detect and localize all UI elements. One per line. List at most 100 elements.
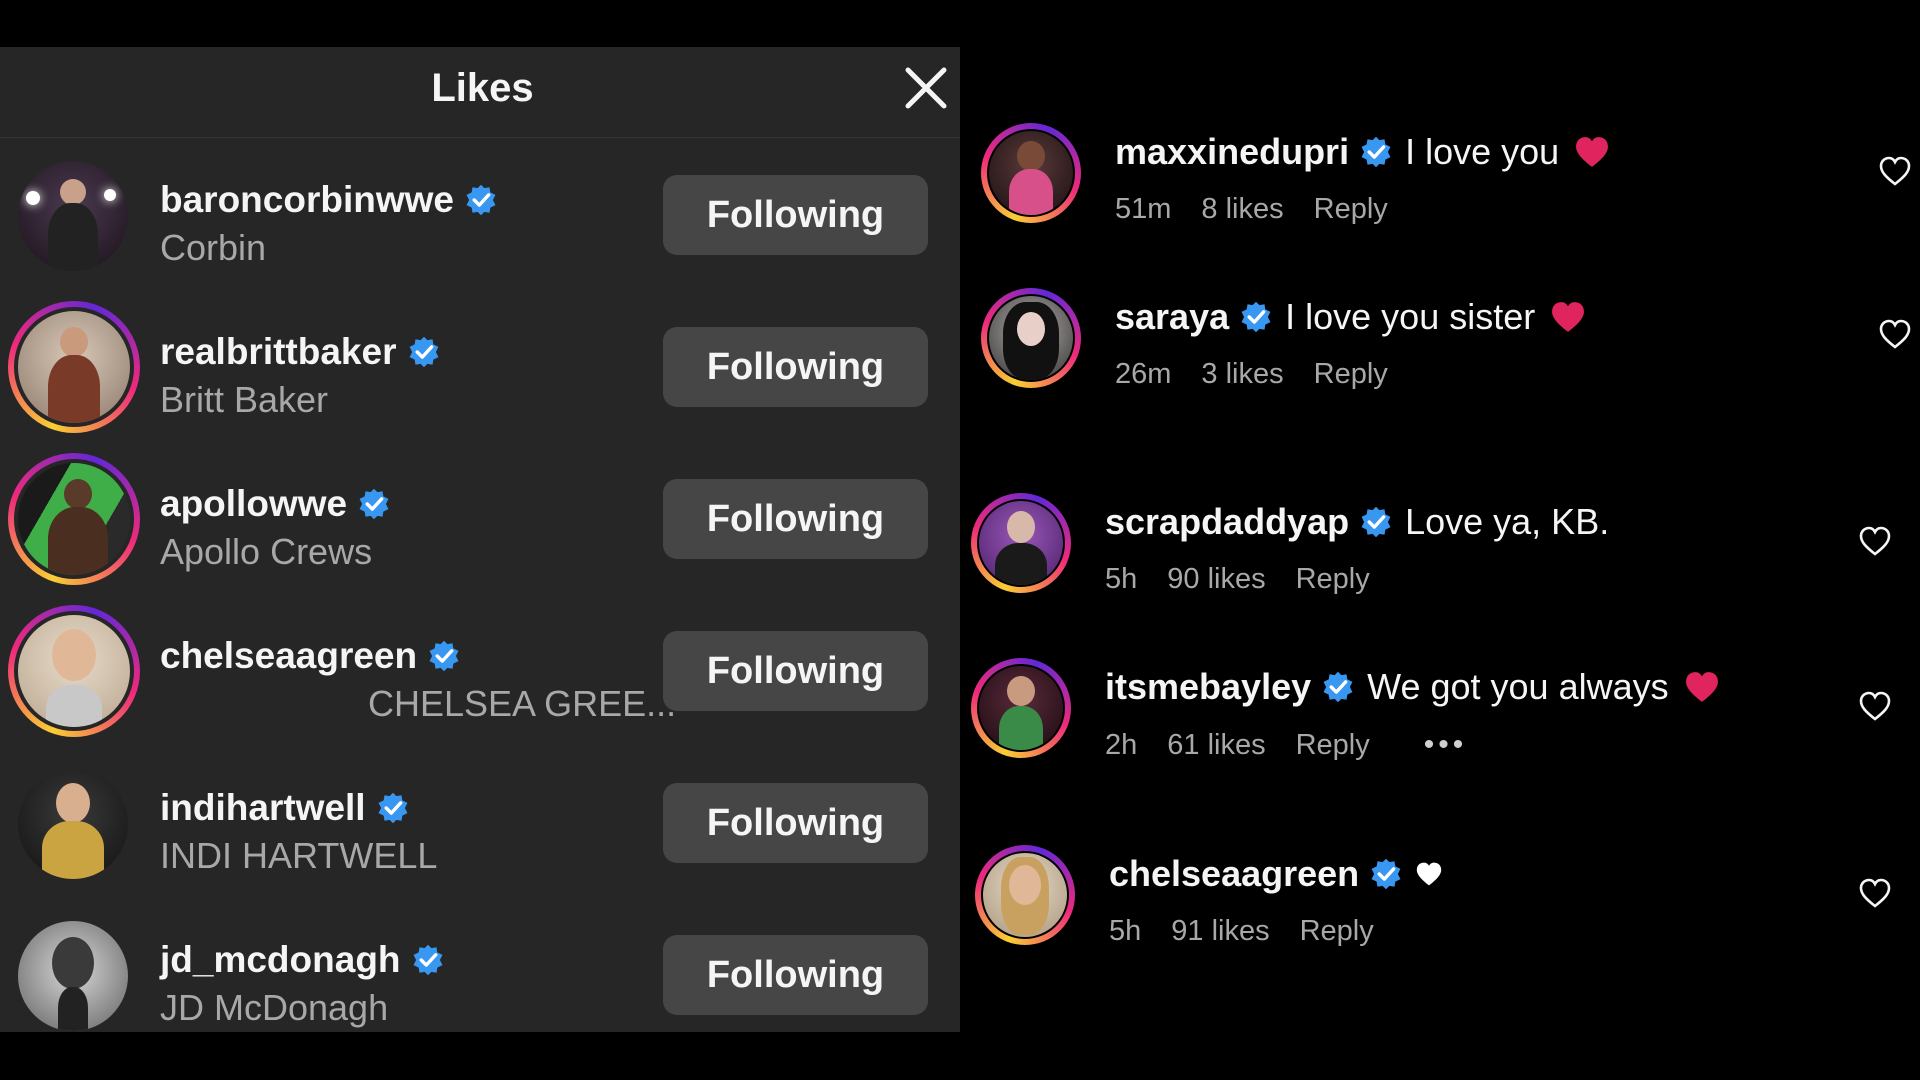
likes-title: Likes (431, 66, 534, 110)
avatar (983, 853, 1067, 937)
comment-likes[interactable]: 61 likes (1167, 729, 1265, 762)
following-button[interactable]: Following (663, 631, 928, 711)
verified-badge-icon (1369, 857, 1403, 891)
avatar (18, 615, 130, 727)
comment-username[interactable]: chelseaagreen (1109, 853, 1359, 895)
avatar[interactable] (18, 921, 128, 1031)
comment-time: 26m (1115, 358, 1172, 390)
like-heart-icon[interactable] (1858, 525, 1892, 557)
close-icon (905, 67, 947, 109)
like-heart-icon[interactable] (1878, 318, 1912, 350)
comment-meta: 5h 91 likes Reply (1109, 915, 1404, 948)
comment-text-line: chelseaagreen (1109, 853, 1443, 895)
comment-meta: 2h 61 likes Reply ••• (1105, 728, 1497, 762)
full-name: Britt Baker (160, 379, 329, 420)
following-button[interactable]: Following (663, 327, 928, 407)
comment: scrapdaddyap Love ya, KB. 5h 90 likes Re… (965, 493, 1910, 633)
comment-time: 5h (1105, 563, 1138, 595)
comment-meta: 26m 3 likes Reply (1115, 358, 1418, 391)
username-row[interactable]: baroncorbinwwe (160, 179, 498, 221)
comment: maxxinedupri I love you 51m 8 likes Repl… (975, 123, 1920, 263)
avatar (989, 131, 1073, 215)
comment-username[interactable]: maxxinedupri (1115, 131, 1349, 173)
comment-username[interactable]: itsmebayley (1105, 666, 1311, 708)
like-row[interactable]: jd_mcdonagh JD McDonagh Following (0, 907, 960, 1032)
full-name: CHELSEA GREE... (368, 683, 677, 724)
red-heart-icon (1573, 135, 1611, 169)
like-row[interactable]: indihartwell INDI HARTWELL Following (0, 755, 960, 907)
comment-body: I love you sister (1285, 296, 1536, 337)
comment-meta: 51m 8 likes Reply (1115, 193, 1418, 226)
comment-text-line: maxxinedupri I love you (1115, 131, 1611, 173)
verified-badge-icon (1321, 670, 1355, 704)
full-name: Apollo Crews (160, 531, 373, 572)
reply-button[interactable]: Reply (1296, 729, 1370, 762)
likes-panel: Likes baroncorbinwwe Corbin Following re… (0, 47, 960, 1032)
more-options-icon[interactable]: ••• (1424, 728, 1468, 762)
avatar (18, 311, 130, 423)
reply-button[interactable]: Reply (1314, 358, 1388, 391)
comment-meta: 5h 90 likes Reply (1105, 563, 1400, 596)
close-button[interactable] (900, 62, 952, 114)
following-button[interactable]: Following (663, 783, 928, 863)
reply-button[interactable]: Reply (1300, 915, 1374, 948)
verified-badge-icon (1239, 300, 1273, 334)
username: chelseaagreen (160, 635, 418, 676)
comment-text-line: itsmebayley We got you always (1105, 666, 1721, 708)
comment-body: We got you always (1367, 666, 1669, 707)
reply-button[interactable]: Reply (1314, 193, 1388, 226)
username: baroncorbinwwe (160, 179, 454, 220)
avatar (979, 501, 1063, 585)
following-button[interactable]: Following (663, 479, 928, 559)
verified-badge-icon (357, 487, 391, 521)
avatar (989, 296, 1073, 380)
likes-header: Likes (0, 47, 960, 138)
comment-text-line: saraya I love you sister (1115, 296, 1587, 338)
avatar (18, 463, 130, 575)
like-row[interactable]: chelseaagreen CHELSEA GREE... Following (0, 603, 960, 755)
avatar[interactable] (18, 161, 128, 271)
following-button[interactable]: Following (663, 935, 928, 1015)
avatar (979, 666, 1063, 750)
following-button[interactable]: Following (663, 175, 928, 255)
comment: chelseaagreen 5h 91 likes Reply (969, 845, 1914, 985)
username-row[interactable]: jd_mcdonagh (160, 939, 445, 981)
comment-time: 51m (1115, 193, 1172, 225)
verified-badge-icon (427, 639, 461, 673)
like-row[interactable]: apollowwe Apollo Crews Following (0, 451, 960, 603)
username-row[interactable]: realbrittbaker (160, 331, 441, 373)
comment-likes[interactable]: 8 likes (1201, 193, 1283, 226)
comment: itsmebayley We got you always 2h 61 like… (965, 658, 1910, 798)
like-heart-icon[interactable] (1858, 690, 1892, 722)
comment-time: 5h (1109, 915, 1142, 947)
username: realbrittbaker (160, 331, 397, 372)
comment-likes[interactable]: 91 likes (1171, 915, 1269, 948)
comment-username[interactable]: scrapdaddyap (1105, 501, 1349, 543)
verified-badge-icon (1359, 135, 1393, 169)
comment-text-line: scrapdaddyap Love ya, KB. (1105, 501, 1609, 543)
like-heart-icon[interactable] (1858, 877, 1892, 909)
username-row[interactable]: indihartwell (160, 787, 410, 829)
username: jd_mcdonagh (160, 939, 401, 980)
full-name: INDI HARTWELL (160, 835, 438, 876)
comment: saraya I love you sister 26m 3 likes Rep… (975, 288, 1920, 428)
verified-badge-icon (376, 791, 410, 825)
red-heart-icon (1683, 670, 1721, 704)
verified-badge-icon (1359, 505, 1393, 539)
like-row[interactable]: baroncorbinwwe Corbin Following (0, 147, 960, 299)
verified-badge-icon (411, 943, 445, 977)
username: apollowwe (160, 483, 348, 524)
reply-button[interactable]: Reply (1296, 563, 1370, 596)
username-row[interactable]: chelseaagreen (160, 635, 461, 677)
comment-body: Love ya, KB. (1405, 501, 1610, 542)
like-row[interactable]: realbrittbaker Britt Baker Following (0, 299, 960, 451)
avatar[interactable] (18, 769, 128, 879)
comment-likes[interactable]: 3 likes (1201, 358, 1283, 391)
full-name: JD McDonagh (160, 987, 389, 1028)
full-name: Corbin (160, 227, 267, 268)
comment-likes[interactable]: 90 likes (1167, 563, 1265, 596)
like-heart-icon[interactable] (1878, 155, 1912, 187)
comment-username[interactable]: saraya (1115, 296, 1229, 338)
comment-body: I love you (1405, 131, 1560, 172)
username-row[interactable]: apollowwe (160, 483, 391, 525)
